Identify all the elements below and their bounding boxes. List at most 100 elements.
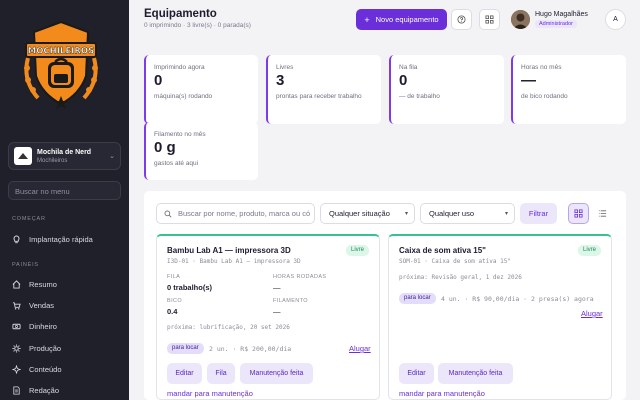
nav-item-conteudo[interactable]: Conteúdo: [12, 365, 62, 374]
sidebar: MOCHILEIROS Mochila de Nerd Mochileiros …: [0, 0, 129, 400]
list-view-button[interactable]: [592, 203, 613, 224]
account-button[interactable]: A: [605, 9, 626, 30]
send-maintenance-link[interactable]: mandar para manutenção: [399, 389, 485, 398]
rent-info: 4 un. · R$ 90,00/dia · 2 presa(s) agora: [441, 295, 594, 303]
stat-card-free: Livres 3 prontas para receber trabalho: [266, 55, 381, 124]
chevron-down-icon: ▾: [504, 211, 508, 217]
page-subtitle: 0 imprimindo · 3 livre(s) · 0 parada(s): [144, 22, 251, 29]
maintenance-done-button[interactable]: Manutenção feita: [240, 363, 313, 384]
nav-item-producao[interactable]: Produção: [12, 344, 61, 353]
section-label: COMEÇAR: [12, 216, 46, 222]
plus-icon: +: [364, 14, 370, 25]
nav-label: Redação: [29, 386, 60, 395]
svg-text:MOCHILEIROS: MOCHILEIROS: [28, 47, 94, 57]
equipment-card[interactable]: Caixa de som ativa 15" SOM-01 · Caixa de…: [388, 234, 612, 400]
nozzle-value: 0.4: [167, 307, 178, 316]
grid-icon: [485, 15, 494, 24]
grid-view-icon: [574, 209, 583, 218]
menu-search-input[interactable]: Buscar no menu: [8, 181, 121, 200]
stat-card-printing: Imprimindo agora 0 máquina(s) rodando: [144, 55, 258, 124]
stat-card-filament: Filamento no mês 0 g gastos até aqui: [144, 122, 258, 180]
mochileiros-logo: MOCHILEIROS: [24, 20, 98, 109]
rent-tag: para locar: [167, 343, 204, 354]
nav-label: Conteúdo: [29, 365, 62, 374]
equipment-code: I3D-01 · Bambu Lab A1 — impressora 3D: [167, 258, 301, 265]
equipment-code: SOM-01 · Caixa de som ativa 15": [399, 258, 511, 265]
stat-label: Livres: [276, 64, 294, 71]
search-placeholder: Buscar por nome, produto, marca ou có: [178, 209, 311, 218]
edit-button[interactable]: Editar: [399, 363, 434, 384]
stat-label: Imprimindo agora: [154, 64, 205, 71]
queue-button[interactable]: Fila: [207, 363, 235, 384]
usage-value: Qualquer uso: [429, 209, 475, 218]
apps-button[interactable]: [479, 9, 500, 30]
cart-icon: [12, 302, 21, 310]
nav-item-resumo[interactable]: Resumo: [12, 280, 57, 289]
chevron-down-icon: ⌄: [109, 153, 115, 160]
section-label: PAINÉIS: [12, 262, 39, 268]
new-equipment-button[interactable]: + Novo equipamento: [356, 9, 447, 30]
sparkle-icon: [12, 365, 21, 374]
stat-value: 0: [399, 72, 408, 89]
hours-value: —: [273, 283, 281, 292]
nav-label: Dinheiro: [29, 322, 57, 331]
org-avatar: [14, 147, 32, 165]
nav-item-vendas[interactable]: Vendas: [12, 301, 54, 310]
maintenance-done-button[interactable]: Manutenção feita: [438, 363, 513, 384]
org-switcher[interactable]: Mochila de Nerd Mochileiros ⌄: [8, 142, 121, 170]
money-icon: [12, 323, 21, 330]
filament-label: FILAMENTO: [273, 298, 308, 304]
stat-value: 3: [276, 72, 285, 89]
search-icon: [164, 210, 172, 217]
grid-view-button[interactable]: [568, 203, 589, 224]
stat-value: —: [521, 72, 536, 89]
nav-item-dinheiro[interactable]: Dinheiro: [12, 322, 57, 331]
nozzle-label: BICO: [167, 298, 183, 304]
rent-link[interactable]: Alugar: [349, 344, 371, 353]
equipment-title: Bambu Lab A1 — impressora 3D: [167, 246, 291, 255]
next-maintenance: próxima: lubrificação, 20 set 2026: [167, 324, 290, 331]
page-title: Equipamento: [144, 8, 217, 20]
stat-sub: — de trabalho: [399, 93, 440, 100]
stat-sub: prontas para receber trabalho: [276, 93, 362, 100]
user-name: Hugo Magalhães: [535, 11, 588, 18]
rent-info: 2 un. · R$ 200,00/dia: [209, 345, 292, 353]
gear-icon: [12, 344, 21, 353]
status-badge: Livre: [577, 245, 601, 256]
stat-card-hours: Horas no mês — de bico rodando: [511, 55, 626, 124]
document-icon: [13, 386, 20, 395]
user-role-badge: Administrador: [535, 20, 577, 28]
stat-label: Filamento no mês: [154, 131, 206, 138]
stat-card-queue: Na fila 0 — de trabalho: [389, 55, 504, 124]
stat-value: 0: [154, 72, 163, 89]
usage-select[interactable]: Qualquer uso ▾: [420, 203, 515, 224]
nav-label: Produção: [29, 344, 62, 353]
nav-label: Implantação rápida: [29, 235, 93, 244]
status-badge: Livre: [345, 245, 369, 256]
edit-button[interactable]: Editar: [167, 363, 202, 384]
situation-select[interactable]: Qualquer situação ▾: [320, 203, 415, 224]
filter-button[interactable]: Filtrar: [520, 203, 557, 224]
stat-label: Horas no mês: [521, 64, 562, 71]
hours-label: HORAS RODADAS: [273, 274, 327, 280]
home-icon: [12, 280, 21, 289]
rent-link[interactable]: Alugar: [581, 309, 603, 318]
new-equipment-label: Novo equipamento: [375, 15, 439, 24]
send-maintenance-link[interactable]: mandar para manutenção: [167, 389, 253, 398]
lightbulb-icon: [13, 235, 20, 244]
help-button[interactable]: [451, 9, 472, 30]
equipment-title: Caixa de som ativa 15": [399, 246, 486, 255]
rent-tag: para locar: [399, 293, 436, 304]
nav-label: Vendas: [29, 301, 55, 310]
user-avatar[interactable]: [511, 10, 530, 29]
chevron-down-icon: ▾: [404, 211, 408, 217]
equipment-search-input[interactable]: Buscar por nome, produto, marca ou có: [156, 203, 315, 224]
list-view-icon: [598, 210, 607, 217]
situation-value: Qualquer situação: [329, 209, 390, 218]
equipment-card[interactable]: Bambu Lab A1 — impressora 3D I3D-01 · Ba…: [156, 234, 380, 400]
nav-item-redacao[interactable]: Redação: [12, 386, 59, 395]
queue-label: FILA: [167, 274, 181, 280]
nav-item-implantacao[interactable]: Implantação rápida: [12, 235, 93, 244]
stat-label: Na fila: [399, 64, 418, 71]
org-sub: Mochileiros: [37, 157, 68, 164]
